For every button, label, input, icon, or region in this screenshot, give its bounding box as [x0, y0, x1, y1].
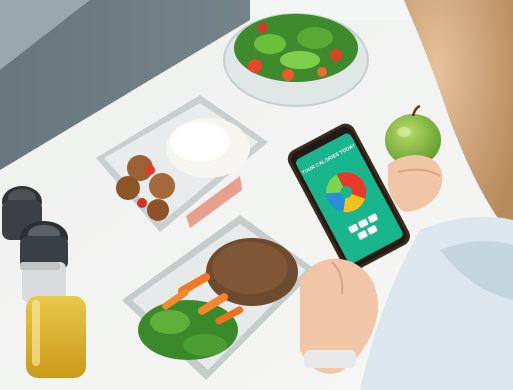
salad-bowl [223, 13, 369, 107]
bracelet [304, 350, 356, 368]
photo-illustration: YOUR CALORIES TODAY [0, 0, 513, 390]
photo-scene: YOUR CALORIES TODAY [0, 0, 513, 390]
